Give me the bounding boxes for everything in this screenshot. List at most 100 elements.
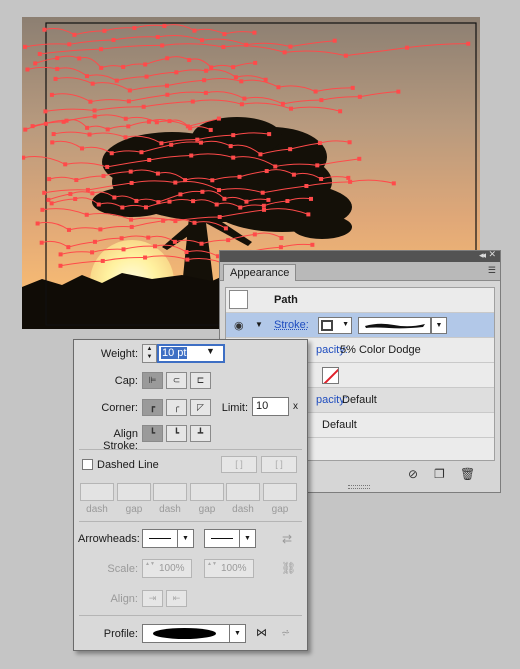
anchor-point[interactable] bbox=[208, 127, 213, 132]
anchor-point[interactable] bbox=[405, 45, 410, 50]
anchor-point[interactable] bbox=[90, 191, 95, 196]
anchor-point[interactable] bbox=[221, 44, 226, 49]
anchor-point[interactable] bbox=[313, 89, 318, 94]
anchor-point[interactable] bbox=[346, 175, 351, 180]
anchor-point[interactable] bbox=[338, 109, 343, 114]
anchor-point[interactable] bbox=[288, 44, 293, 49]
start-arrowhead-dropdown[interactable]: ▼ bbox=[142, 529, 194, 548]
anchor-point[interactable] bbox=[239, 102, 244, 107]
anchor-point[interactable] bbox=[35, 221, 40, 226]
anchor-point[interactable] bbox=[154, 120, 159, 125]
eye-icon[interactable]: ◉ bbox=[234, 319, 244, 332]
anchor-point[interactable] bbox=[233, 75, 238, 80]
anchor-point[interactable] bbox=[396, 89, 401, 94]
start-scale-input[interactable]: 100% bbox=[142, 559, 192, 578]
anchor-point[interactable] bbox=[310, 242, 315, 247]
anchor-point[interactable] bbox=[96, 202, 101, 207]
expand-triangle-icon[interactable]: ▼ bbox=[255, 320, 263, 329]
anchor-point[interactable] bbox=[357, 94, 362, 99]
anchor-point[interactable] bbox=[67, 42, 72, 47]
anchor-point[interactable] bbox=[348, 179, 353, 184]
collapse-panel-icon[interactable]: ◂◂ bbox=[479, 250, 486, 261]
anchor-point[interactable] bbox=[258, 152, 263, 157]
anchor-point[interactable] bbox=[167, 199, 172, 204]
anchor-point[interactable] bbox=[98, 227, 103, 232]
anchor-point[interactable] bbox=[50, 140, 55, 145]
dash-input-2[interactable] bbox=[153, 483, 187, 501]
anchor-point[interactable] bbox=[146, 119, 151, 124]
preserve-dashes-button[interactable]: [ ] bbox=[221, 456, 257, 473]
anchor-point[interactable] bbox=[84, 212, 89, 217]
anchor-point[interactable] bbox=[238, 205, 243, 210]
path-row[interactable]: Path bbox=[226, 288, 494, 313]
anchor-point[interactable] bbox=[47, 177, 52, 182]
anchor-point[interactable] bbox=[267, 132, 272, 137]
anchor-point[interactable] bbox=[120, 205, 125, 210]
tab-appearance[interactable]: Appearance bbox=[223, 264, 297, 281]
anchor-point[interactable] bbox=[155, 171, 160, 176]
anchor-point[interactable] bbox=[153, 244, 158, 249]
anchor-point[interactable] bbox=[357, 156, 362, 161]
anchor-point[interactable] bbox=[128, 169, 133, 174]
anchor-point[interactable] bbox=[66, 227, 71, 232]
anchor-point[interactable] bbox=[237, 174, 242, 179]
miter-limit-input[interactable]: 10 bbox=[252, 397, 289, 416]
anchor-point[interactable] bbox=[343, 53, 348, 58]
link-scale-icon[interactable]: ⛓ bbox=[281, 561, 296, 575]
anchor-point[interactable] bbox=[231, 65, 236, 70]
anchor-point[interactable] bbox=[200, 189, 205, 194]
anchor-point[interactable] bbox=[306, 212, 311, 217]
anchor-point[interactable] bbox=[105, 127, 110, 132]
anchor-point[interactable] bbox=[199, 241, 204, 246]
anchor-point[interactable] bbox=[332, 38, 337, 43]
anchor-point[interactable] bbox=[216, 188, 221, 193]
anchor-point[interactable] bbox=[167, 119, 172, 124]
anchor-point[interactable] bbox=[49, 201, 54, 206]
butt-cap-button[interactable]: ⊫ bbox=[142, 372, 163, 389]
anchor-point[interactable] bbox=[214, 202, 219, 207]
anchor-point[interactable] bbox=[289, 106, 294, 111]
anchor-point[interactable] bbox=[279, 236, 284, 241]
anchor-point[interactable] bbox=[102, 28, 107, 33]
anchor-point[interactable] bbox=[239, 79, 244, 84]
anchor-point[interactable] bbox=[112, 195, 117, 200]
anchor-point[interactable] bbox=[68, 191, 73, 196]
anchor-point[interactable] bbox=[123, 135, 128, 140]
anchor-point[interactable] bbox=[350, 85, 355, 90]
anchor-point[interactable] bbox=[58, 252, 63, 257]
anchor-point[interactable] bbox=[174, 70, 179, 75]
anchor-point[interactable] bbox=[202, 78, 207, 83]
resize-grip[interactable] bbox=[348, 485, 370, 489]
anchor-point[interactable] bbox=[37, 51, 42, 56]
anchor-point[interactable] bbox=[72, 32, 77, 37]
anchor-point[interactable] bbox=[204, 68, 209, 73]
chevron-down-icon[interactable]: ▼ bbox=[206, 346, 215, 356]
anchor-point[interactable] bbox=[101, 173, 106, 178]
anchor-point[interactable] bbox=[188, 126, 193, 131]
anchor-point[interactable] bbox=[92, 108, 97, 113]
anchor-point[interactable] bbox=[98, 47, 103, 52]
anchor-point[interactable] bbox=[87, 132, 92, 137]
anchor-point[interactable] bbox=[33, 61, 38, 66]
anchor-point[interactable] bbox=[263, 77, 268, 82]
anchor-point[interactable] bbox=[191, 199, 196, 204]
anchor-point[interactable] bbox=[190, 99, 195, 104]
anchor-point[interactable] bbox=[165, 56, 170, 61]
dash-input-1[interactable] bbox=[80, 483, 114, 501]
stroke-color-dropdown[interactable]: ▼ bbox=[318, 317, 352, 334]
dashed-line-checkbox[interactable] bbox=[82, 459, 93, 470]
align-dashes-button[interactable]: [ ] bbox=[261, 456, 297, 473]
anchor-point[interactable] bbox=[143, 62, 148, 67]
anchor-point[interactable] bbox=[100, 258, 105, 263]
anchor-point[interactable] bbox=[185, 257, 190, 262]
anchor-point[interactable] bbox=[79, 146, 84, 151]
anchor-point[interactable] bbox=[43, 109, 48, 114]
anchor-point[interactable] bbox=[347, 140, 352, 145]
end-scale-input[interactable]: 100% bbox=[204, 559, 254, 578]
anchor-point[interactable] bbox=[114, 78, 119, 83]
anchor-point[interactable] bbox=[210, 178, 215, 183]
anchor-point[interactable] bbox=[127, 88, 132, 93]
anchor-point[interactable] bbox=[73, 196, 78, 201]
anchor-point[interactable] bbox=[43, 121, 48, 126]
anchor-point[interactable] bbox=[266, 197, 271, 202]
